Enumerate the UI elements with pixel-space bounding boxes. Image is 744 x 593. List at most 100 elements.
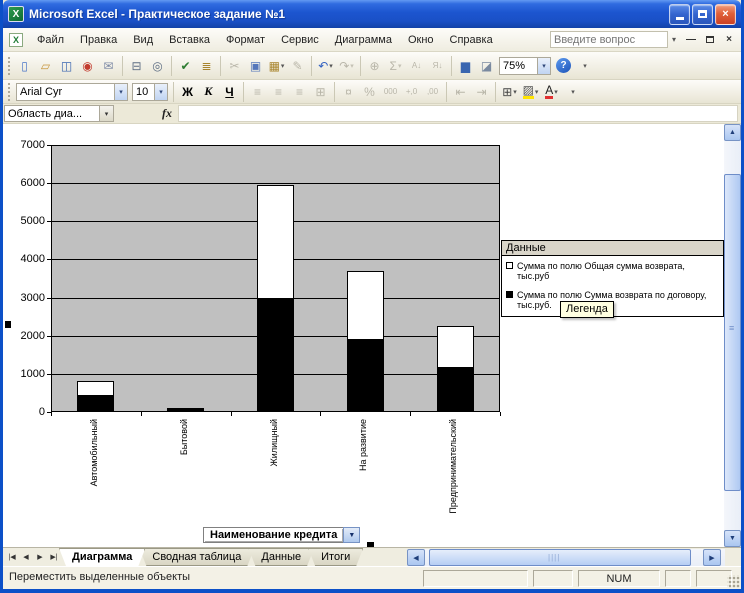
new-document-icon[interactable]: ▯	[14, 56, 35, 76]
resize-grip[interactable]	[727, 575, 740, 588]
underline-icon[interactable]: Ч	[219, 82, 240, 102]
scroll-down-button[interactable]: ▼	[724, 530, 741, 547]
workbook-close-button[interactable]: ×	[721, 32, 737, 47]
fill-color-icon[interactable]: ▨▾	[520, 82, 541, 102]
menu-item-chart[interactable]: Диаграмма	[327, 30, 400, 50]
insert-function-button[interactable]: fx	[156, 106, 178, 122]
currency-icon[interactable]: ¤	[338, 82, 359, 102]
bar-segment-white[interactable]	[347, 271, 384, 340]
merge-center-icon[interactable]: ⊞	[310, 82, 331, 102]
bar-segment-white[interactable]	[257, 185, 294, 299]
copy-icon[interactable]: ▣	[245, 56, 266, 76]
hyperlink-icon[interactable]: ⊕	[364, 56, 385, 76]
name-box-dropdown-icon[interactable]: ▾	[100, 105, 114, 122]
bar-segment-white[interactable]	[437, 326, 474, 368]
cut-icon[interactable]: ✂	[224, 56, 245, 76]
sheet-tab-diagram[interactable]: Диаграмма	[59, 548, 145, 566]
bold-icon[interactable]: Ж	[177, 82, 198, 102]
sheet-tab-results[interactable]: Итоги	[308, 548, 363, 566]
bar-segment-black[interactable]	[347, 340, 384, 412]
toolbar-options-button[interactable]: ▾	[574, 56, 595, 76]
decrease-decimal-icon[interactable]: ,00	[422, 82, 443, 102]
bar-segment-black[interactable]	[437, 368, 474, 412]
maximize-button[interactable]	[692, 4, 713, 25]
scroll-right-button[interactable]: ▶	[703, 549, 721, 566]
toolbar-drag-handle[interactable]	[7, 82, 11, 102]
font-size-combo[interactable]: 10 ▾	[132, 83, 168, 101]
formula-input[interactable]	[178, 105, 738, 122]
menu-item-format[interactable]: Формат	[218, 30, 273, 50]
decrease-indent-icon[interactable]: ⇤	[450, 82, 471, 102]
zoom-combo[interactable]: 75% ▾	[499, 57, 551, 75]
chart-wizard-icon[interactable]: ▆	[455, 56, 476, 76]
sheet-tab-pivot-table[interactable]: Сводная таблица	[139, 548, 254, 566]
selection-handle[interactable]	[5, 321, 11, 328]
menu-item-window[interactable]: Окно	[400, 30, 442, 50]
menu-item-edit[interactable]: Правка	[72, 30, 125, 50]
scroll-up-button[interactable]: ▲	[724, 124, 741, 141]
save-icon[interactable]: ◫	[56, 56, 77, 76]
bar-segment-white[interactable]	[167, 408, 204, 410]
menu-item-help[interactable]: Справка	[442, 30, 501, 50]
chart-area[interactable]: Данные Сумма по полю Общая сумма возврат…	[3, 124, 727, 547]
bar-segment-white[interactable]	[77, 381, 114, 396]
pivot-field-button[interactable]: Наименование кредита ▼	[203, 527, 360, 543]
increase-decimal-icon[interactable]: +,0	[401, 82, 422, 102]
print-preview-icon[interactable]: ◎	[147, 56, 168, 76]
font-size-dropdown-icon[interactable]: ▾	[154, 84, 167, 100]
horizontal-scrollbar[interactable]: ◀ ▶	[407, 549, 725, 566]
undo-icon[interactable]: ↶▾	[315, 56, 336, 76]
toolbar-options-button[interactable]: ▾	[562, 82, 583, 102]
borders-icon[interactable]: ⊞▾	[499, 82, 520, 102]
menu-item-insert[interactable]: Вставка	[161, 30, 218, 50]
spelling-icon[interactable]: ✔	[175, 56, 196, 76]
zoom-dropdown-icon[interactable]: ▾	[537, 58, 550, 74]
font-name-combo[interactable]: Arial Cyr ▾	[16, 83, 128, 101]
prev-sheet-button[interactable]: ◀	[19, 550, 33, 565]
workbook-restore-button[interactable]	[702, 32, 718, 47]
close-button[interactable]: ×	[715, 4, 736, 25]
increase-indent-icon[interactable]: ⇥	[471, 82, 492, 102]
last-sheet-button[interactable]: ▶|	[47, 550, 61, 565]
scroll-left-button[interactable]: ◀	[407, 549, 425, 566]
ask-question-dropdown-icon[interactable]: ▾	[668, 35, 680, 44]
next-sheet-button[interactable]: ▶	[33, 550, 47, 565]
sheet-tab-data[interactable]: Данные	[248, 548, 314, 566]
research-icon[interactable]: ≣	[196, 56, 217, 76]
autosum-icon[interactable]: Σ▾	[385, 56, 406, 76]
drawing-icon[interactable]: ◪	[476, 56, 497, 76]
bar-segment-black[interactable]	[77, 396, 114, 412]
workbook-minimize-button[interactable]: —	[683, 32, 699, 47]
font-name-dropdown-icon[interactable]: ▾	[114, 84, 127, 100]
font-color-icon[interactable]: А▾	[541, 82, 562, 102]
pivot-field-dropdown-icon[interactable]: ▼	[343, 527, 360, 543]
name-box[interactable]: Область диа...	[4, 105, 100, 122]
ask-question-input[interactable]	[550, 31, 668, 48]
align-center-icon[interactable]: ≡	[268, 82, 289, 102]
thousands-icon[interactable]: 000	[380, 82, 401, 102]
toolbar-drag-handle[interactable]	[7, 56, 11, 76]
print-icon[interactable]: ⊟	[126, 56, 147, 76]
first-sheet-button[interactable]: |◀	[5, 550, 19, 565]
permission-icon[interactable]: ◉	[77, 56, 98, 76]
help-button[interactable]: ?	[553, 56, 574, 76]
email-icon[interactable]: ✉	[98, 56, 119, 76]
minimize-button[interactable]	[669, 4, 690, 25]
format-painter-icon[interactable]: ✎	[287, 56, 308, 76]
redo-icon[interactable]: ↷▾	[336, 56, 357, 76]
sort-ascending-icon[interactable]: А↓	[406, 56, 427, 76]
align-right-icon[interactable]: ≡	[289, 82, 310, 102]
sort-descending-icon[interactable]: Я↓	[427, 56, 448, 76]
menu-item-tools[interactable]: Сервис	[273, 30, 327, 50]
bar-segment-black[interactable]	[257, 299, 294, 412]
menu-item-view[interactable]: Вид	[125, 30, 161, 50]
horizontal-scrollbar-thumb[interactable]	[429, 549, 691, 566]
vertical-scrollbar[interactable]: ▲ ▼	[724, 124, 741, 547]
vertical-scrollbar-thumb[interactable]	[724, 174, 741, 491]
open-folder-icon[interactable]: ▱	[35, 56, 56, 76]
italic-icon[interactable]: К	[198, 82, 219, 102]
paste-icon[interactable]: ▦▾	[266, 56, 287, 76]
menu-item-file[interactable]: Файл	[29, 30, 72, 50]
percent-icon[interactable]: %	[359, 82, 380, 102]
legend-entry[interactable]: Сумма по полю Общая сумма возврата, тыс.…	[506, 261, 719, 281]
